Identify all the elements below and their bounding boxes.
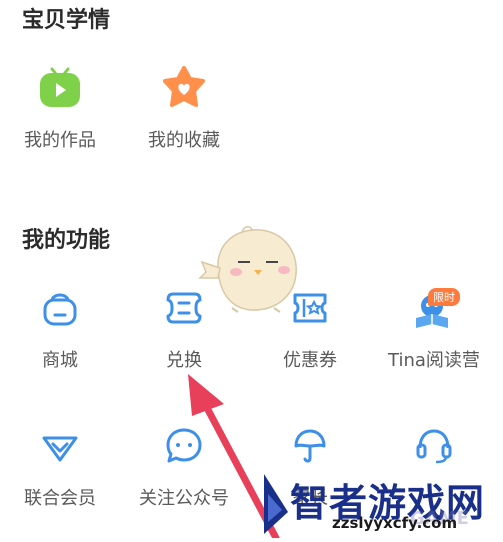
tile-label: 我的作品 (24, 130, 96, 151)
coupon-icon (290, 288, 330, 332)
tile-label: 我的收藏 (148, 130, 220, 151)
exchange-icon (164, 288, 204, 332)
video-play-icon (38, 66, 82, 112)
tile-my-works[interactable]: 我的作品 (20, 66, 100, 156)
section-title-study: 宝贝学情 (22, 8, 111, 33)
site-watermark: 智者游戏网 GAME zzslyyxcfy.com (250, 470, 503, 538)
tile-label: 兑换 (166, 350, 202, 371)
tile-tina-reading-camp[interactable]: 限时 Tina阅读营 (388, 288, 480, 372)
tile-joint-membership[interactable]: 联合会员 (18, 426, 102, 510)
watermark-url: zzslyyxcfy.com (332, 514, 458, 532)
tile-exchange[interactable]: 兑换 (142, 288, 226, 372)
tile-label: Tina阅读营 (388, 350, 480, 371)
tile-my-favorites[interactable]: 我的收藏 (144, 66, 224, 156)
limited-time-badge: 限时 (428, 288, 460, 306)
star-heart-icon (162, 66, 206, 112)
tile-coupon[interactable]: 优惠券 (268, 288, 352, 372)
tile-mall[interactable]: 商城 (18, 288, 102, 372)
headset-icon (414, 426, 454, 470)
shopping-bag-icon (40, 288, 80, 332)
balloon-icon (290, 426, 330, 470)
tile-label: 优惠券 (283, 350, 337, 371)
tile-label: 商城 (42, 350, 78, 371)
section-title-functions: 我的功能 (22, 228, 111, 253)
tile-label: 联合会员 (24, 488, 96, 509)
diamond-icon (40, 426, 80, 470)
watermark-logo-icon (250, 472, 294, 540)
